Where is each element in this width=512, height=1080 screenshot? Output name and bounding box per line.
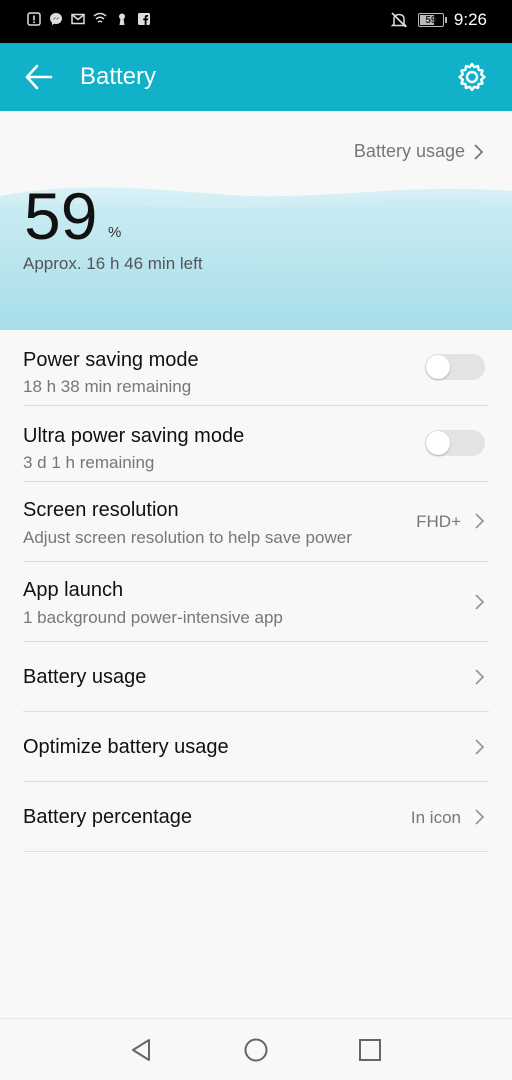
gmail-icon (71, 13, 85, 25)
row-title: Battery percentage (23, 806, 192, 828)
home-circle-icon[interactable] (243, 1037, 269, 1063)
chevron-right-icon (475, 739, 485, 755)
alert-icon (27, 12, 41, 26)
optimize-battery-usage-row[interactable]: Optimize battery usage (23, 712, 489, 782)
battery-hero: Battery usage 59 % Approx. 16 h 46 min l… (0, 111, 512, 330)
battery-percentage-row[interactable]: Battery percentage In icon (23, 782, 489, 852)
chevron-right-icon (475, 669, 485, 685)
messenger-icon (50, 13, 62, 25)
power-saving-toggle[interactable] (425, 354, 485, 380)
row-title: App launch (23, 579, 124, 601)
toggle-knob (426, 431, 450, 455)
keyhole-icon (119, 13, 125, 25)
battery-level-text: 59 (425, 14, 437, 26)
back-triangle-icon[interactable] (129, 1037, 155, 1063)
battery-percent-value: 59 (24, 179, 98, 253)
navigation-bar (0, 1018, 512, 1080)
row-title: Battery usage (23, 666, 147, 688)
gear-icon[interactable] (456, 61, 488, 93)
facebook-icon (138, 13, 150, 25)
system-status-icons: 59 9:26 (390, 10, 487, 30)
toggle-knob (426, 355, 450, 379)
chevron-right-icon (475, 594, 485, 610)
row-subtitle: Adjust screen resolution to help save po… (23, 528, 352, 547)
arrow-back-icon[interactable] (24, 62, 54, 92)
battery-usage-link[interactable]: Battery usage (354, 141, 484, 162)
battery-icon: 59 (417, 13, 447, 27)
chevron-right-icon (475, 809, 485, 825)
ultra-power-saving-mode-row[interactable]: Ultra power saving mode 3 d 1 h remainin… (23, 406, 489, 482)
time-remaining-text: Approx. 16 h 46 min left (23, 254, 203, 273)
battery-percentage-value: In icon (410, 808, 461, 827)
notification-icons (27, 12, 151, 26)
page-title: Battery (80, 63, 157, 90)
app-launch-row[interactable]: App launch 1 background power-intensive … (23, 562, 489, 642)
power-saving-mode-row[interactable]: Power saving mode 18 h 38 min remaining (23, 330, 489, 406)
row-title: Ultra power saving mode (23, 425, 245, 447)
battery-usage-row[interactable]: Battery usage (23, 642, 489, 712)
clock: 9:26 (453, 10, 487, 29)
mute-icon (390, 12, 408, 28)
row-title: Optimize battery usage (23, 736, 229, 758)
row-subtitle: 3 d 1 h remaining (23, 453, 155, 472)
percent-sign: % (108, 224, 122, 241)
row-title: Screen resolution (23, 499, 179, 521)
battery-settings-screen: 59 9:26 Battery Battery usage 59 % Appro… (0, 0, 512, 1080)
status-bar: 59 9:26 (0, 0, 512, 43)
row-title: Power saving mode (23, 349, 199, 371)
wireless-icon (93, 12, 107, 23)
ultra-power-saving-toggle[interactable] (425, 430, 485, 456)
row-subtitle: 1 background power-intensive app (23, 608, 283, 627)
app-bar: Battery (0, 43, 512, 111)
screen-resolution-row[interactable]: Screen resolution Adjust screen resoluti… (23, 482, 489, 562)
settings-list: Power saving mode 18 h 38 min remaining … (0, 330, 512, 852)
recents-square-icon[interactable] (357, 1037, 383, 1063)
screen-resolution-value: FHD+ (416, 512, 461, 531)
battery-usage-link-label: Battery usage (353, 141, 465, 161)
chevron-right-icon (474, 143, 484, 160)
chevron-right-icon (475, 513, 485, 529)
row-subtitle: 18 h 38 min remaining (23, 377, 192, 396)
